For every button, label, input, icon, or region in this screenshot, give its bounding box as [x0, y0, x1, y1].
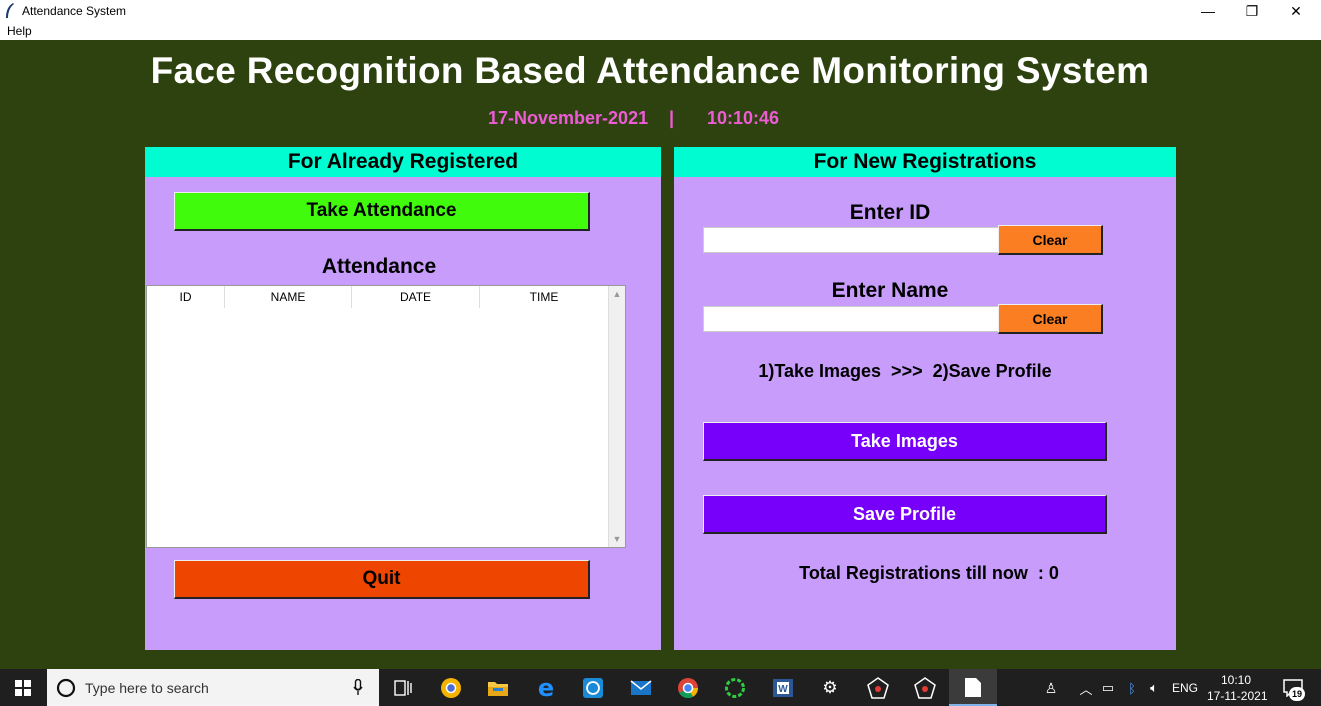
clear-id-button[interactable]: Clear	[998, 225, 1103, 255]
window-titlebar: Attendance System — ❐ ✕	[0, 0, 1321, 22]
quit-button[interactable]: Quit	[174, 560, 590, 599]
search-circle-icon	[56, 678, 76, 698]
page-title: Face Recognition Based Attendance Monito…	[150, 50, 1150, 91]
save-profile-button[interactable]: Save Profile	[703, 495, 1107, 534]
notepad-icon	[965, 678, 981, 697]
date-time-separator: |	[669, 108, 675, 128]
total-registrations-label: Total Registrations till now : 0	[799, 563, 1059, 583]
table-scrollbar[interactable]: ▲ ▼	[608, 286, 625, 547]
file-explorer-icon[interactable]	[485, 675, 511, 701]
word-icon[interactable]: W	[770, 675, 796, 701]
column-header-date[interactable]: DATE	[352, 286, 480, 308]
chrome-icon[interactable]	[675, 675, 701, 701]
spider-app-icon[interactable]	[865, 675, 891, 701]
taskbar: Type here to search e W ⚙ ♙ ︿ ▭ ᛒ 🔈︎ ENG…	[0, 669, 1321, 706]
minimize-button[interactable]: —	[1186, 0, 1230, 22]
attendance-label: Attendance	[321, 255, 437, 278]
column-header-id[interactable]: ID	[147, 286, 225, 308]
settings-icon[interactable]: ⚙	[817, 675, 843, 701]
enter-id-label: Enter ID	[849, 201, 931, 224]
network-icon[interactable]: ▭	[1095, 675, 1121, 701]
window-title: Attendance System	[22, 4, 127, 18]
instructions-label: 1)Take Images >>> 2)Save Profile	[758, 361, 1052, 381]
name-field[interactable]	[703, 306, 999, 332]
mail-icon[interactable]	[628, 675, 654, 701]
feather-app-icon	[6, 3, 14, 18]
microphone-icon[interactable]	[353, 679, 363, 696]
menu-bar: Help	[0, 22, 1321, 40]
taskbar-search-box[interactable]: Type here to search	[47, 669, 379, 706]
clock-time[interactable]: 10:10	[1221, 673, 1251, 687]
spider-app-icon-2[interactable]	[912, 675, 938, 701]
edge-icon[interactable]: e	[533, 674, 559, 702]
windows-start-icon[interactable]	[0, 669, 46, 706]
active-app-slot[interactable]	[949, 669, 997, 706]
right-panel-heading: For New Registrations	[674, 147, 1176, 177]
attendance-table[interactable]: ID NAME DATE TIME ▲ ▼	[146, 285, 626, 548]
chrome-canary-icon[interactable]	[438, 675, 464, 701]
column-header-time[interactable]: TIME	[480, 286, 608, 308]
sync-icon[interactable]	[580, 675, 606, 701]
take-attendance-button[interactable]: Take Attendance	[174, 192, 590, 231]
svg-text:W: W	[778, 684, 788, 695]
id-field[interactable]	[703, 227, 999, 253]
task-view-icon[interactable]	[390, 675, 416, 701]
clear-name-button[interactable]: Clear	[998, 304, 1103, 334]
people-icon[interactable]: ♙	[1038, 675, 1064, 701]
close-button[interactable]: ✕	[1274, 0, 1318, 22]
column-header-name[interactable]: NAME	[225, 286, 352, 308]
left-panel-heading: For Already Registered	[145, 147, 661, 177]
enter-name-label: Enter Name	[831, 279, 949, 302]
menu-help[interactable]: Help	[7, 24, 32, 38]
search-placeholder: Type here to search	[85, 680, 209, 696]
notification-badge: 19	[1289, 687, 1305, 701]
restore-button[interactable]: ❐	[1230, 0, 1274, 22]
scroll-up-icon[interactable]: ▲	[609, 286, 625, 302]
take-images-button[interactable]: Take Images	[703, 422, 1107, 461]
app-ring-icon[interactable]	[722, 675, 748, 701]
time-label: 10:10:46	[707, 108, 780, 128]
date-label: 17-November-2021	[488, 108, 649, 128]
volume-icon[interactable]: 🔈︎	[1141, 675, 1167, 701]
clock-date[interactable]: 17-11-2021	[1207, 689, 1268, 703]
scroll-down-icon[interactable]: ▼	[609, 531, 625, 547]
language-indicator[interactable]: ENG	[1172, 681, 1198, 695]
